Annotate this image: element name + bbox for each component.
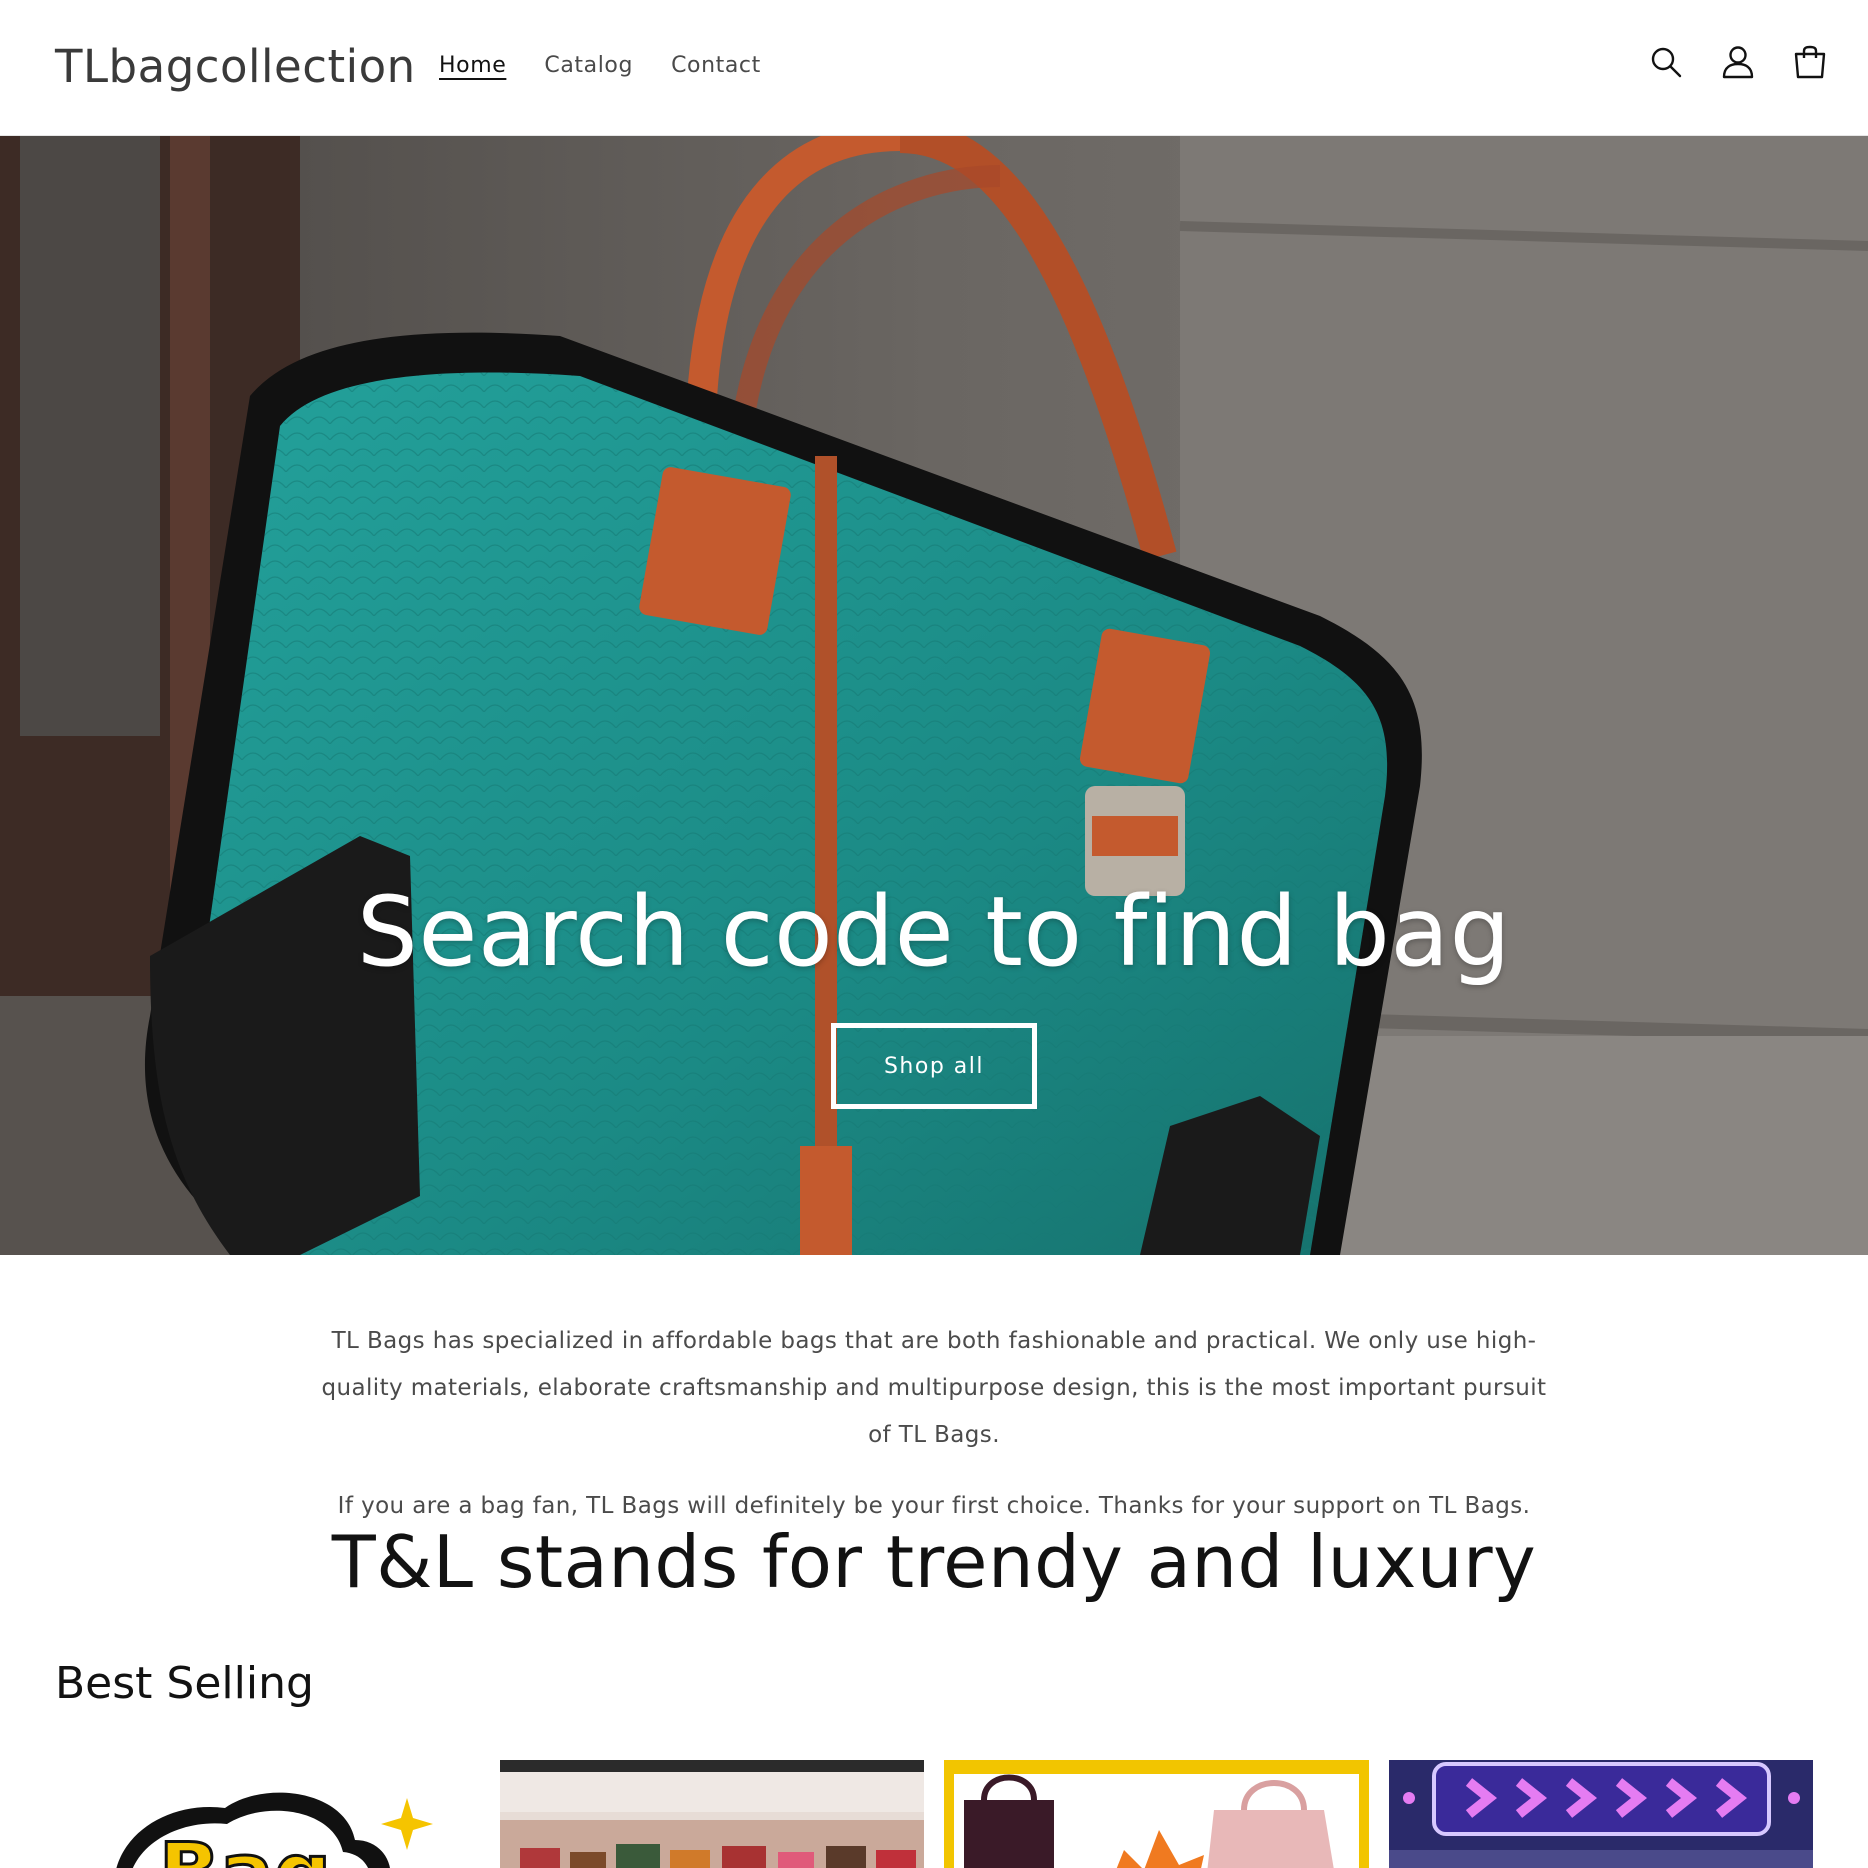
search-icon[interactable] (1648, 44, 1684, 80)
hero-banner: Search code to find bag Shop all (0, 136, 1868, 1255)
nav-contact[interactable]: Contact (671, 53, 761, 78)
nav-catalog[interactable]: Catalog (544, 53, 633, 78)
product-image (1388, 1762, 1813, 1868)
product-card[interactable]: Bag (55, 1760, 480, 1868)
product-grid: Bag (55, 1760, 1813, 1868)
main-nav: Home Catalog Contact (439, 53, 799, 78)
product-image (954, 1774, 1359, 1868)
shop-all-button[interactable]: Shop all (831, 1023, 1037, 1109)
product-image: Bag (116, 1792, 433, 1868)
cart-icon[interactable] (1792, 44, 1828, 80)
about-paragraph-1: TL Bags has specialized in affordable ba… (321, 1328, 1547, 1448)
best-selling-title: Best Selling (55, 1658, 314, 1709)
bag-sticker-text: Bag (159, 1826, 331, 1868)
hero-heading: Search code to find bag (356, 876, 1512, 988)
product-card[interactable] (1388, 1760, 1813, 1868)
account-icon[interactable] (1720, 44, 1756, 80)
about-text: TL Bags has specialized in affordable ba… (0, 1318, 1868, 1530)
product-image (499, 1760, 924, 1868)
site-logo[interactable]: TLbagcollection (55, 40, 416, 93)
nav-home[interactable]: Home (439, 53, 506, 78)
product-card[interactable] (944, 1760, 1369, 1868)
site-header: TLbagcollection Home Catalog Contact (0, 0, 1868, 136)
product-card[interactable] (499, 1760, 924, 1868)
header-icons (1648, 44, 1828, 80)
tagline-heading: T&L stands for trendy and luxury (331, 1520, 1537, 1604)
